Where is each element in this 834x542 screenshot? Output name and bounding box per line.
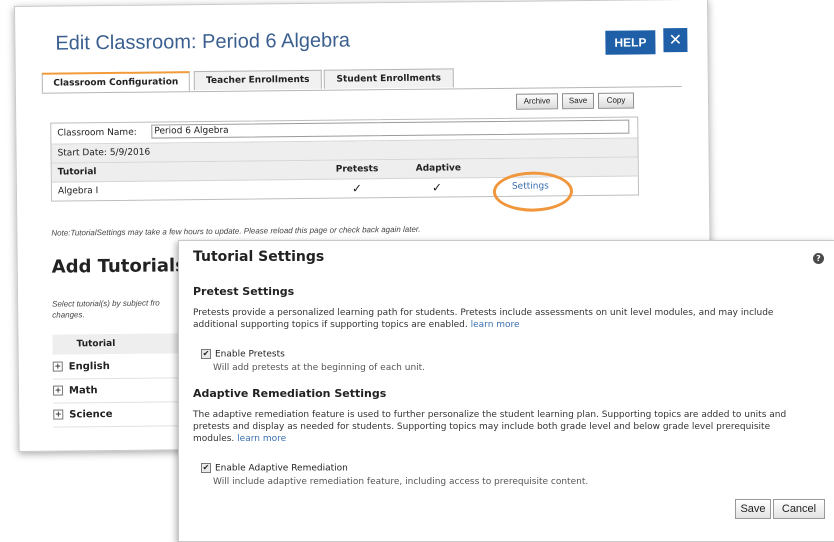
classroom-name-input[interactable]: Period 6 Algebra <box>151 119 630 139</box>
adaptive-settings-heading: Adaptive Remediation Settings <box>193 387 387 400</box>
enable-pretests-description: Will add pretests at the beginning of ea… <box>213 363 426 373</box>
save-button[interactable]: Save <box>735 499 771 519</box>
cancel-button[interactable]: Cancel <box>773 499 825 519</box>
close-icon[interactable]: ✕ <box>663 27 688 53</box>
learn-more-link[interactable]: learn more <box>471 320 520 330</box>
subject-label: Science <box>69 408 113 421</box>
tab-student-enrollments[interactable]: Student Enrollments <box>323 68 454 89</box>
enable-adaptive-checkbox[interactable]: ✔ <box>201 463 211 473</box>
expand-icon[interactable]: + <box>53 409 64 420</box>
enable-adaptive-description: Will include adaptive remediation featur… <box>213 477 589 487</box>
subject-label: Math <box>68 385 98 397</box>
enable-pretests-row[interactable]: ✔ Enable Pretests <box>201 349 285 360</box>
start-date: Start Date: 5/9/2016 <box>57 147 151 159</box>
tutorial-settings-dialog: Tutorial Settings ? Pretest Settings Pre… <box>178 240 834 542</box>
column-header-tutorial: Tutorial <box>57 167 97 178</box>
enable-pretests-checkbox[interactable]: ✔ <box>201 349 211 359</box>
column-header-adaptive: Adaptive <box>415 163 462 174</box>
classroom-name-label: Classroom Name: <box>57 127 137 139</box>
help-button[interactable]: HELP <box>605 30 656 55</box>
tab-classroom-configuration[interactable]: Classroom Configuration <box>41 71 190 93</box>
help-icon[interactable]: ? <box>813 253 824 264</box>
column-header-pretests: Pretests <box>335 164 379 175</box>
tutorial-name: Algebra I <box>57 186 99 197</box>
adaptive-check-icon: ✓ <box>431 180 443 195</box>
learn-more-link[interactable]: learn more <box>237 434 286 444</box>
update-note: Note:TutorialSettings may take a few hou… <box>51 224 421 238</box>
subject-label: English <box>68 361 110 373</box>
adaptive-description: The adaptive remediation feature is used… <box>193 409 813 445</box>
copy-button[interactable]: Copy <box>597 92 635 109</box>
pretest-settings-heading: Pretest Settings <box>193 285 295 298</box>
enable-adaptive-label: Enable Adaptive Remediation <box>215 463 348 474</box>
tab-teacher-enrollments[interactable]: Teacher Enrollments <box>193 69 322 91</box>
enable-pretests-label: Enable Pretests <box>215 349 285 360</box>
pretest-description: Pretests provide a personalized learning… <box>193 307 813 331</box>
expand-icon[interactable]: + <box>52 361 63 372</box>
enable-adaptive-row[interactable]: ✔ Enable Adaptive Remediation <box>201 463 348 474</box>
expand-icon[interactable]: + <box>52 385 64 396</box>
archive-button[interactable]: Archive <box>515 93 559 110</box>
select-tutorials-text: Select tutorial(s) by subject fro change… <box>52 298 160 320</box>
settings-highlight-circle <box>492 171 574 212</box>
save-button[interactable]: Save <box>561 92 595 110</box>
pretests-check-icon: ✓ <box>351 181 363 196</box>
page-title: Edit Classroom: Period 6 Algebra <box>55 29 351 55</box>
dialog-title: Tutorial Settings <box>193 249 325 265</box>
